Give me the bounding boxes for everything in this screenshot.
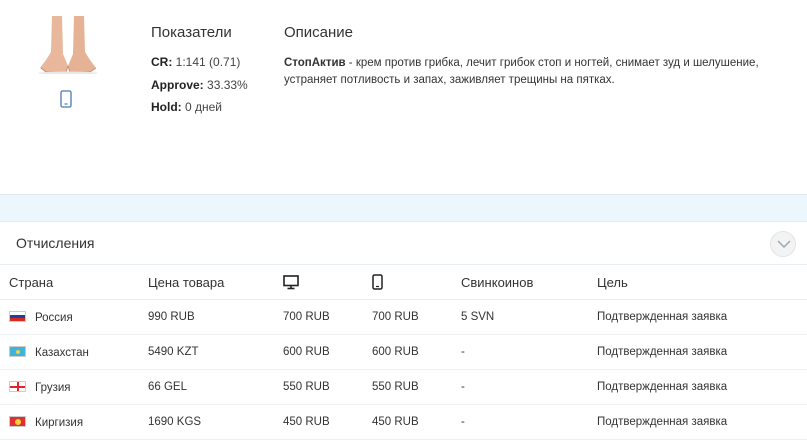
coins-cell: - [461,369,597,405]
mobile-payout-cell: 700 RUB [372,299,461,335]
description-title: Описание [284,24,354,41]
desktop-payout-cell: 550 RUB [283,369,372,405]
metric-approve-label: Approve: [151,78,204,92]
metric-cr: CR: 1:141 (0.71) [151,55,240,69]
header-coins: Свинкоинов [461,264,597,300]
country-name: Россия [35,311,73,324]
price-cell: 5490 KZT [148,334,283,370]
header-goal: Цель [597,264,807,300]
desktop-payout-cell: 700 RUB [283,299,372,335]
goal-cell: Подтвержденная заявка [597,334,807,370]
mobile-icon [372,274,383,291]
table-header-row: Страна Цена товара Свинкоинов Цель [0,264,807,300]
country-cell: Киргизия [0,404,148,440]
table-row: Грузия 66 GEL 550 RUB 550 RUB - Подтверж… [0,369,807,405]
country-cell: Грузия [0,369,148,405]
price-cell: 990 RUB [148,299,283,335]
mobile-icon [60,90,72,108]
product-name: СтопАктив [284,57,346,69]
metric-approve: Approve: 33.33% [151,78,248,92]
country-name: Киргизия [35,416,84,429]
payouts-title: Отчисления [16,235,95,251]
chevron-down-icon [777,240,791,248]
header-mobile [372,264,461,300]
metric-hold-value: 0 дней [185,100,223,114]
metric-hold: Hold: 0 дней [151,100,222,114]
description-text: СтопАктив - крем против грибка, лечит гр… [284,55,789,89]
header-desktop [283,264,372,300]
metric-cr-value: 1:141 (0.71) [175,55,241,69]
metrics-title: Показатели [151,24,232,41]
goal-cell: Подтвержденная заявка [597,404,807,440]
header-price: Цена товара [148,264,283,300]
product-image [38,16,98,74]
metric-hold-label: Hold: [151,100,182,114]
desktop-icon [283,275,299,290]
kyrgyzstan-flag-icon [9,415,26,427]
offer-info-card: Показатели CR: 1:141 (0.71) Approve: 33.… [0,0,807,195]
country-name: Грузия [35,381,71,394]
table-row: Киргизия 1690 KGS 450 RUB 450 RUB - Подт… [0,404,807,440]
kazakhstan-flag-icon [9,345,26,357]
header-country: Страна [0,264,148,300]
desktop-payout-cell: 600 RUB [283,334,372,370]
table-row: Россия 990 RUB 700 RUB 700 RUB 5 SVN Под… [0,299,807,335]
country-name: Казахстан [35,346,89,359]
payouts-section: Отчисления Страна Цена товара Свинкоинов… [0,221,807,440]
mobile-payout-cell: 600 RUB [372,334,461,370]
coins-cell: - [461,334,597,370]
georgia-flag-icon [9,380,26,392]
table-row: Казахстан 5490 KZT 600 RUB 600 RUB - Под… [0,334,807,370]
russia-flag-icon [9,310,26,322]
desktop-payout-cell: 450 RUB [283,404,372,440]
payouts-table: Страна Цена товара Свинкоинов Цель Росси… [0,264,807,440]
country-cell: Россия [0,299,148,335]
collapse-button[interactable] [770,231,796,257]
coins-cell: - [461,404,597,440]
country-cell: Казахстан [0,334,148,370]
mobile-payout-cell: 550 RUB [372,369,461,405]
metric-approve-value: 33.33% [207,78,248,92]
goal-cell: Подтвержденная заявка [597,299,807,335]
goal-cell: Подтвержденная заявка [597,369,807,405]
metric-cr-label: CR: [151,55,173,69]
mobile-payout-cell: 450 RUB [372,404,461,440]
coins-cell: 5 SVN [461,299,597,335]
description-body: - крем против грибка, лечит грибок стоп … [284,57,759,86]
price-cell: 66 GEL [148,369,283,405]
price-cell: 1690 KGS [148,404,283,440]
divider-band [0,195,807,221]
